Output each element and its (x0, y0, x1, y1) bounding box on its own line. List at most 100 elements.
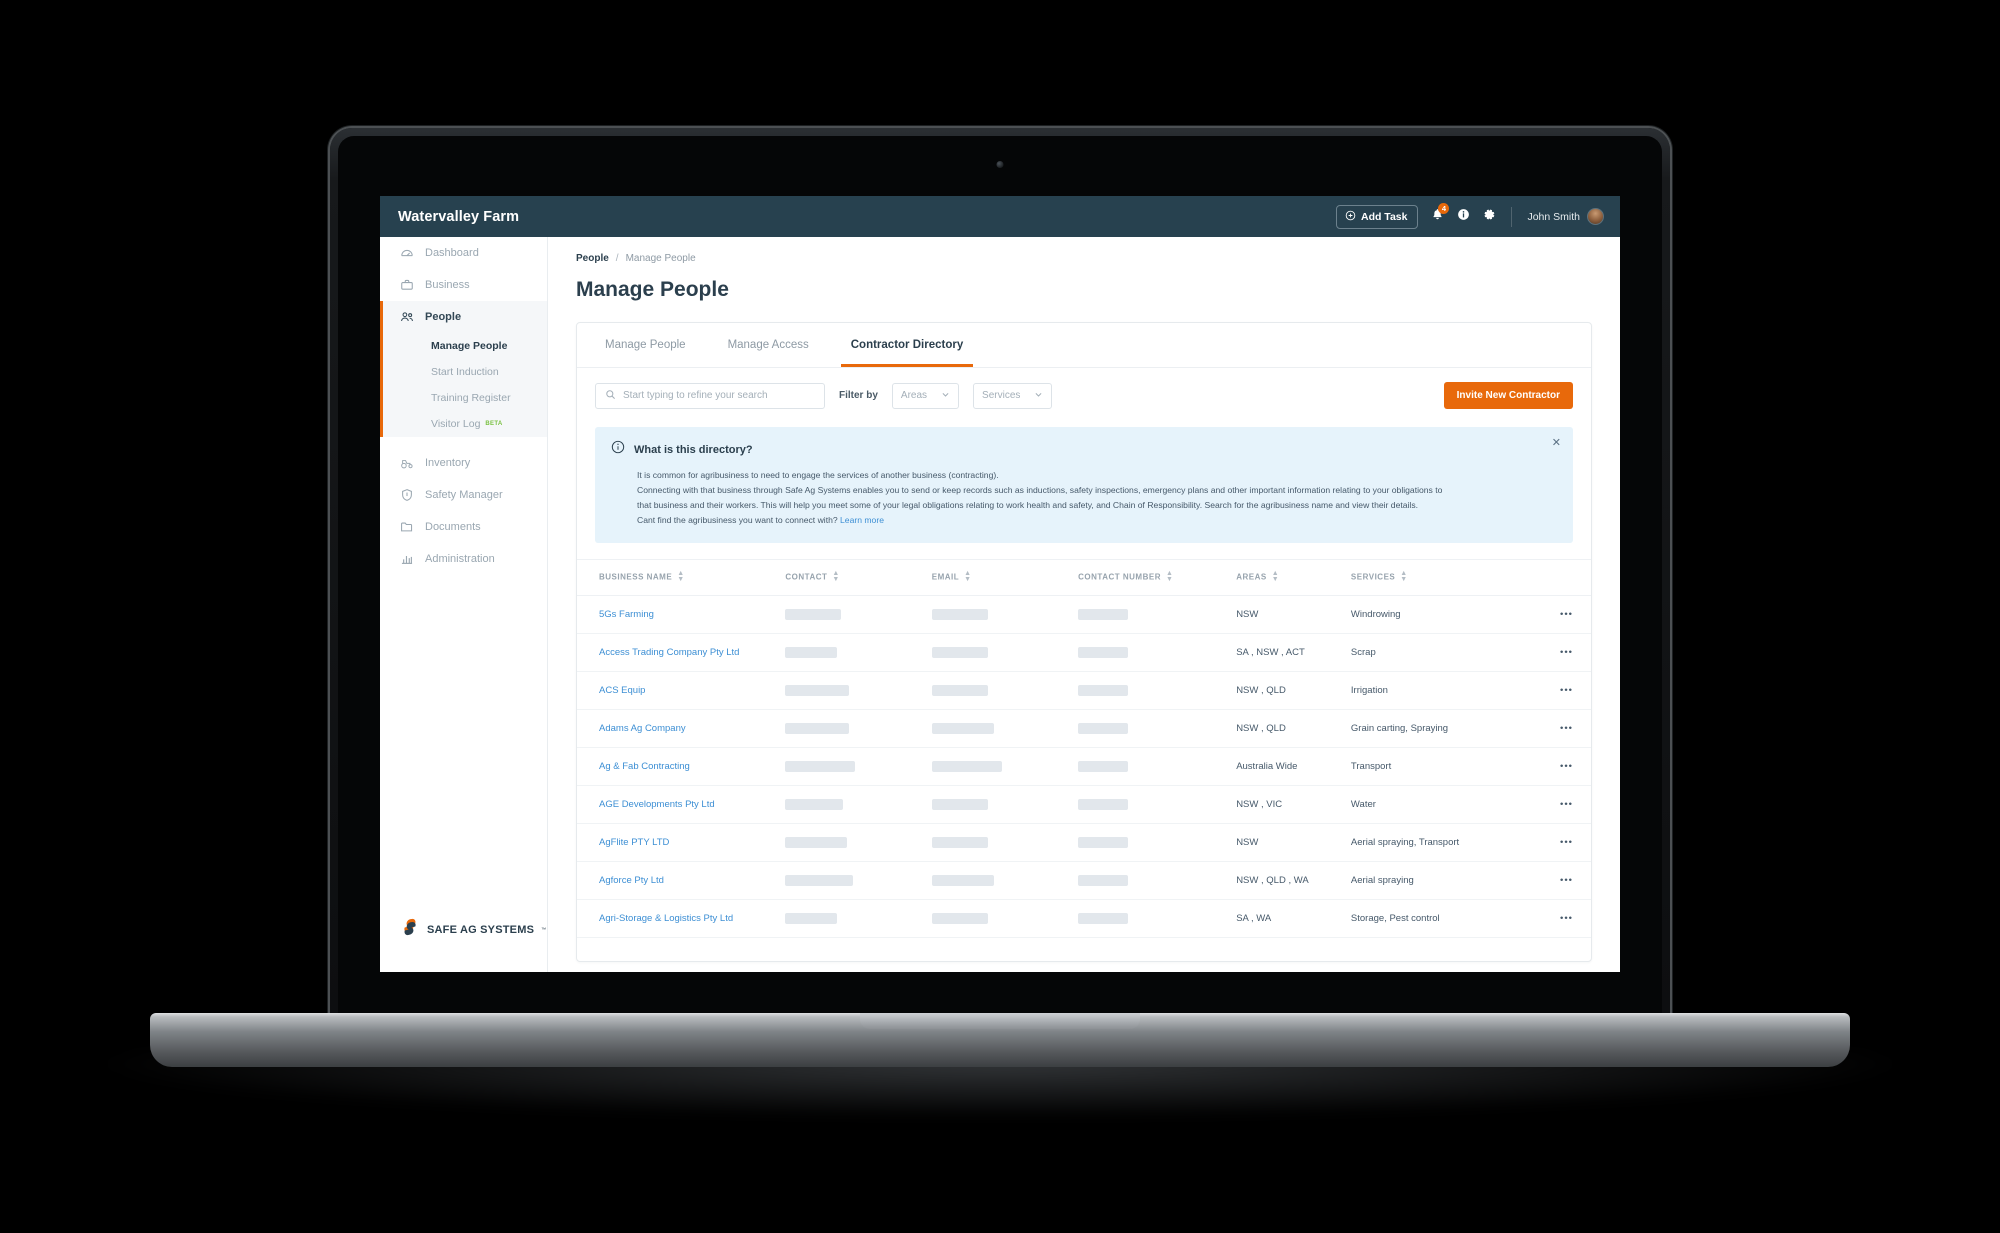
column-label: CONTACT (785, 572, 828, 582)
settings-button[interactable] (1483, 208, 1496, 226)
redacted-value (1078, 760, 1129, 772)
table-row[interactable]: Access Trading Company Pty Ltd SA , NSW ,… (577, 633, 1591, 672)
info-banner-line-4: Cant find the agribusiness you want to c… (637, 513, 1557, 528)
sidebar-item-inventory[interactable]: Inventory (380, 447, 547, 479)
search-box[interactable] (595, 382, 825, 409)
cell-contact (785, 785, 932, 824)
sort-icon: ▲ ▼ (964, 570, 972, 584)
column-header-services[interactable]: SERVICES ▲ ▼ (1350, 559, 1527, 596)
sidebar-subitem-manage-people[interactable]: Manage People (383, 333, 547, 359)
table-row[interactable]: 5Gs Farming NSW Windrowing ••• (577, 595, 1591, 634)
business-name-link[interactable]: 5Gs Farming (599, 609, 654, 620)
sidebar-subitem-label: Start Induction (431, 366, 499, 378)
cell-business-name: Agri-Storage & Logistics Pty Ltd (577, 899, 786, 938)
row-actions-menu[interactable]: ••• (1526, 671, 1591, 710)
cell-business-name: Ag & Fab Contracting (577, 747, 786, 786)
column-header-email[interactable]: EMAIL ▲ ▼ (931, 559, 1079, 596)
add-task-button[interactable]: Add Task (1335, 204, 1419, 229)
app-screen: Watervalley Farm Add Task 4 John Smith D… (380, 196, 1620, 972)
breadcrumb-parent[interactable]: People (576, 253, 609, 264)
cell-services: Aerial spraying (1350, 861, 1527, 900)
sidebar-item-business[interactable]: Business (380, 269, 547, 301)
tab-manage-access[interactable]: Manage Access (718, 323, 819, 367)
row-actions-menu[interactable]: ••• (1526, 595, 1591, 634)
business-name-link[interactable]: AGE Developments Pty Ltd (599, 799, 715, 810)
row-actions-menu[interactable]: ••• (1526, 785, 1591, 824)
brand-logo: SAFE AG SYSTEMS ™ (400, 917, 546, 942)
sidebar-item-safety-manager[interactable]: Safety Manager (380, 479, 547, 511)
column-header-business-name[interactable]: BUSINESS NAME ▲ ▼ (577, 559, 786, 596)
table-row[interactable]: Agri-Storage & Logistics Pty Ltd SA , WA S… (577, 899, 1591, 938)
table-row[interactable]: Adams Ag Company NSW , QLD Grain carting, … (577, 709, 1591, 748)
table-row[interactable]: Ag & Fab Contracting Australia Wide Transp… (577, 747, 1591, 786)
notifications-button[interactable]: 4 (1431, 202, 1450, 226)
column-header-actions (1526, 559, 1591, 596)
cell-services: Water (1350, 785, 1527, 824)
row-actions-menu[interactable]: ••• (1526, 633, 1591, 672)
column-label: EMAIL (931, 572, 960, 582)
sidebar-item-administration[interactable]: Administration (380, 543, 547, 575)
row-actions-menu[interactable]: ••• (1526, 861, 1591, 900)
sidebar-item-people[interactable]: People (383, 301, 547, 333)
info-banner-line-1: It is common for agribusiness to need to… (637, 470, 999, 480)
services-filter-select[interactable]: Services (973, 382, 1053, 409)
sidebar-group-people: People Manage People Start Induction Tra… (380, 301, 547, 437)
column-header-areas[interactable]: AREAS ▲ ▼ (1236, 559, 1351, 596)
table-row[interactable]: ACS Equip NSW , QLD Irrigation ••• (577, 671, 1591, 710)
sidebar-item-label: Administration (425, 553, 495, 565)
row-actions-menu[interactable]: ••• (1526, 747, 1591, 786)
sidebar-item-dashboard[interactable]: Dashboard (380, 237, 547, 269)
business-name-link[interactable]: ACS Equip (599, 685, 645, 696)
redacted-value (785, 798, 844, 810)
search-icon (605, 387, 616, 405)
column-header-contact-number[interactable]: CONTACT NUMBER ▲ ▼ (1078, 559, 1237, 596)
column-label: SERVICES (1350, 572, 1396, 582)
close-icon[interactable]: ✕ (1552, 438, 1561, 449)
sidebar-subitem-training-register[interactable]: Training Register (383, 385, 547, 411)
row-actions-menu[interactable]: ••• (1526, 709, 1591, 748)
row-actions-menu[interactable]: ••• (1526, 823, 1591, 862)
business-name-link[interactable]: Access Trading Company Pty Ltd (599, 647, 739, 658)
table-row[interactable]: AGE Developments Pty Ltd NSW , VIC Water ••… (577, 785, 1591, 824)
invite-new-contractor-button[interactable]: Invite New Contractor (1443, 382, 1573, 409)
redacted-value (785, 760, 856, 772)
sidebar-subitem-visitor-log[interactable]: Visitor Log BETA (383, 411, 547, 437)
business-name-link[interactable]: Agforce Pty Ltd (599, 875, 664, 886)
redacted-value (931, 684, 988, 696)
table-row[interactable]: Agforce Pty Ltd NSW , QLD , WA Aerial spra… (577, 861, 1591, 900)
table-row[interactable]: AgFlite PTY LTD NSW Aerial spraying, Trans… (577, 823, 1591, 862)
cell-services: Storage, Pest control (1350, 899, 1527, 938)
cell-business-name: ACS Equip (577, 671, 786, 710)
cell-contact-number (1078, 709, 1237, 748)
sidebar-item-documents[interactable]: Documents (380, 511, 547, 543)
topbar-actions: Add Task 4 John Smith (1335, 202, 1604, 229)
search-input[interactable] (623, 390, 815, 401)
business-name-link[interactable]: Ag & Fab Contracting (599, 761, 690, 772)
tab-contractor-directory[interactable]: Contractor Directory (840, 323, 974, 367)
learn-more-link[interactable]: Learn more (840, 515, 884, 525)
cell-services: Grain carting, Spraying (1350, 709, 1527, 748)
areas-filter-select[interactable]: Areas (891, 382, 960, 409)
sidebar: Dashboard Business People Manage People … (380, 237, 548, 972)
business-name-link[interactable]: Agri-Storage & Logistics Pty Ltd (599, 913, 733, 924)
redacted-value (931, 912, 988, 924)
business-name-link[interactable]: Adams Ag Company (599, 723, 686, 734)
laptop-base-notch (860, 1013, 1140, 1029)
redacted-value (931, 874, 994, 886)
info-button[interactable] (1457, 208, 1470, 226)
sidebar-item-label: Inventory (425, 457, 471, 469)
user-menu[interactable]: John Smith (1527, 208, 1604, 225)
breadcrumb-separator: / (615, 253, 619, 264)
main-content: ? ✎ People / Manage People Manage People… (548, 237, 1620, 972)
cell-contact-number (1078, 595, 1237, 634)
tab-manage-people[interactable]: Manage People (595, 323, 696, 367)
sidebar-subitem-start-induction[interactable]: Start Induction (383, 359, 547, 385)
tractor-icon (400, 456, 414, 470)
business-name-link[interactable]: AgFlite PTY LTD (599, 837, 669, 848)
breadcrumb: People / Manage People (576, 253, 1592, 264)
row-actions-menu[interactable]: ••• (1526, 899, 1591, 938)
cell-areas: NSW , VIC (1236, 785, 1351, 824)
cell-contact-number (1078, 861, 1237, 900)
column-header-contact[interactable]: CONTACT ▲ ▼ (785, 559, 932, 596)
redacted-value (1078, 836, 1129, 848)
